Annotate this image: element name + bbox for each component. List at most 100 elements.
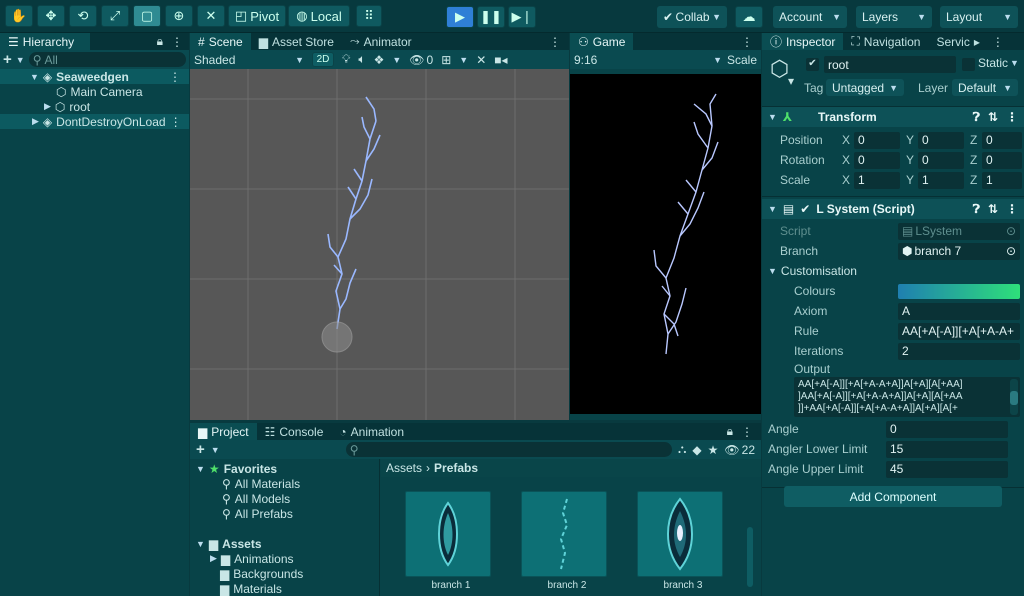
account-dropdown[interactable]: Account ▼: [773, 6, 847, 28]
static-checkbox[interactable]: [962, 58, 975, 71]
rotation-z-field[interactable]: 0: [982, 151, 1022, 169]
grid-snap-button[interactable]: ⠿: [356, 5, 382, 27]
rotation-x-field[interactable]: 0: [854, 151, 900, 169]
scale-z-field[interactable]: 1: [982, 171, 1022, 189]
add-component-button[interactable]: Add Component: [784, 486, 1002, 507]
chevron-down-icon[interactable]: ▼: [459, 55, 468, 65]
upper-limit-field[interactable]: 45: [886, 460, 1008, 478]
output-scrollbar[interactable]: [1010, 379, 1018, 415]
tab-game[interactable]: ⚇ Game: [570, 33, 634, 50]
hidden-packages-toggle[interactable]: 👁︎ 22: [724, 443, 755, 457]
layout-dropdown[interactable]: Layout ▼: [940, 6, 1018, 28]
kebab-icon[interactable]: ⋮: [1006, 110, 1018, 124]
tab-scene[interactable]: # Scene: [190, 33, 251, 50]
kebab-icon[interactable]: ⋮: [1006, 202, 1018, 216]
chevron-down-icon[interactable]: ▾: [788, 74, 794, 88]
lsystem-header[interactable]: ▼ ▤ ✔ L System (Script) ❓︎ ⇅ ⋮: [762, 199, 1024, 219]
preset-icon[interactable]: ⇅: [988, 202, 998, 216]
tools-icon[interactable]: ✕: [476, 53, 486, 67]
scale-x-field[interactable]: 1: [854, 171, 900, 189]
shading-dropdown[interactable]: Shaded ▼: [194, 53, 304, 67]
help-icon[interactable]: ❓︎: [973, 110, 980, 125]
tree-folder[interactable]: ▆ Materials: [190, 581, 379, 596]
tab-inspector[interactable]: ⓘ Inspector: [762, 33, 844, 50]
hierarchy-item-dontdestroyonload[interactable]: ▶ ◈ DontDestroyOnLoad ⋮: [0, 114, 189, 129]
angle-field[interactable]: 0: [886, 420, 1008, 438]
aspect-dropdown[interactable]: 9:16 ▼: [574, 53, 722, 67]
pivot-button[interactable]: ◰ Pivot: [228, 5, 286, 27]
camera-icon[interactable]: ■◂: [494, 53, 507, 67]
breadcrumb-current[interactable]: Prefabs: [434, 461, 478, 475]
tab-console[interactable]: ☷ Console: [257, 423, 332, 440]
tree-folder[interactable]: ▆ Backgrounds: [190, 566, 379, 581]
tree-favorites[interactable]: ▼ ★ Favorites: [190, 461, 379, 476]
lock-icon[interactable]: 🔒︎: [727, 424, 733, 439]
kebab-icon[interactable]: ⋮: [171, 35, 183, 49]
kebab-icon[interactable]: ⋮: [549, 35, 561, 49]
tab-hierarchy[interactable]: ☰ Hierarchy: [0, 33, 90, 50]
transform-tool-button[interactable]: ⊕: [165, 5, 193, 27]
kebab-icon[interactable]: ⋮: [992, 35, 1004, 49]
breadcrumb-root[interactable]: Assets: [386, 461, 422, 475]
toggle-2d-button[interactable]: 2D: [312, 52, 334, 67]
custom-tool-button[interactable]: ✕: [197, 5, 225, 27]
asset-item[interactable]: branch 1: [405, 491, 497, 591]
asset-item[interactable]: branch 2: [521, 491, 613, 591]
label-icon[interactable]: ◆: [692, 443, 701, 457]
enabled-checkbox[interactable]: ✔: [800, 202, 810, 216]
hierarchy-item-root[interactable]: ▶ ⬡ root: [0, 99, 189, 114]
lock-icon[interactable]: 🔒︎: [157, 34, 163, 49]
preset-icon[interactable]: ⇅: [988, 110, 998, 124]
asset-item[interactable]: branch 3: [637, 491, 729, 591]
iterations-field[interactable]: 2: [898, 342, 1020, 360]
rotate-tool-button[interactable]: ⟲: [69, 5, 97, 27]
branch-field[interactable]: ⬢ branch 7 ⊙: [898, 242, 1020, 260]
customisation-foldout[interactable]: ▼ Customisation: [768, 261, 1024, 281]
chevron-down-icon[interactable]: ▼: [16, 55, 25, 65]
collab-dropdown[interactable]: ✔ Collab ▼: [657, 6, 727, 28]
position-z-field[interactable]: 0: [982, 131, 1022, 149]
tab-asset-store[interactable]: ▆ Asset Store: [251, 33, 342, 50]
object-name-field[interactable]: root: [824, 56, 956, 73]
layers-dropdown[interactable]: Layers ▼: [856, 6, 932, 28]
game-viewport[interactable]: [570, 74, 761, 414]
tab-project[interactable]: ▆ Project: [190, 423, 257, 440]
play-button[interactable]: ▶: [446, 6, 474, 28]
scale-y-field[interactable]: 1: [918, 171, 964, 189]
kebab-icon[interactable]: ⋮: [169, 70, 181, 84]
active-checkbox[interactable]: ✔: [806, 58, 819, 71]
light-icon[interactable]: 💡︎: [342, 52, 350, 67]
tree-folder[interactable]: ▶ ▆ Animations: [190, 551, 379, 566]
target-icon[interactable]: ⊙: [1006, 244, 1016, 258]
star-icon[interactable]: ★: [708, 443, 719, 457]
tree-favorite-item[interactable]: ⚲ All Prefabs: [190, 506, 379, 521]
help-icon[interactable]: ❓︎: [973, 202, 980, 217]
local-button[interactable]: ◍ Local: [288, 5, 350, 27]
scale-tool-button[interactable]: ⤢: [101, 5, 129, 27]
axiom-field[interactable]: A: [898, 302, 1020, 320]
scroll-thumb[interactable]: [1010, 391, 1018, 405]
static-dropdown[interactable]: Static ▼: [978, 56, 1019, 70]
output-textarea[interactable]: AA[+A[-A]][+A[+A-A+A]]A[+A][A[+AA] ]AA[+…: [794, 377, 1020, 417]
add-icon[interactable]: +: [196, 441, 205, 458]
layer-dropdown[interactable]: Default ▼: [952, 79, 1018, 96]
rect-tool-button[interactable]: ▢: [133, 5, 161, 27]
tree-favorite-item[interactable]: ⚲ All Materials: [190, 476, 379, 491]
pause-button[interactable]: ❚❚: [477, 6, 505, 28]
rule-field[interactable]: AA[+A[-A]][+A[+A-A+: [898, 322, 1020, 340]
filter-type-icon[interactable]: ⛬: [678, 442, 686, 457]
hidden-objects-toggle[interactable]: 👁︎ 0: [409, 53, 433, 67]
position-x-field[interactable]: 0: [854, 131, 900, 149]
hierarchy-search-input[interactable]: ⚲ All: [28, 52, 186, 67]
tag-dropdown[interactable]: Untagged ▼: [826, 79, 904, 96]
move-tool-button[interactable]: ✥: [37, 5, 65, 27]
lower-limit-field[interactable]: 15: [886, 440, 1008, 458]
position-y-field[interactable]: 0: [918, 131, 964, 149]
chevron-down-icon[interactable]: ▼: [211, 445, 220, 455]
transform-header[interactable]: ▼ ⅄ Transform ❓︎ ⇅ ⋮: [762, 107, 1024, 127]
project-search-input[interactable]: ⚲: [345, 442, 672, 457]
gizmo-circle[interactable]: [321, 321, 353, 353]
scene-viewport[interactable]: [190, 69, 569, 420]
kebab-icon[interactable]: ⋮: [741, 425, 753, 439]
step-button[interactable]: ▶❘: [508, 6, 536, 28]
